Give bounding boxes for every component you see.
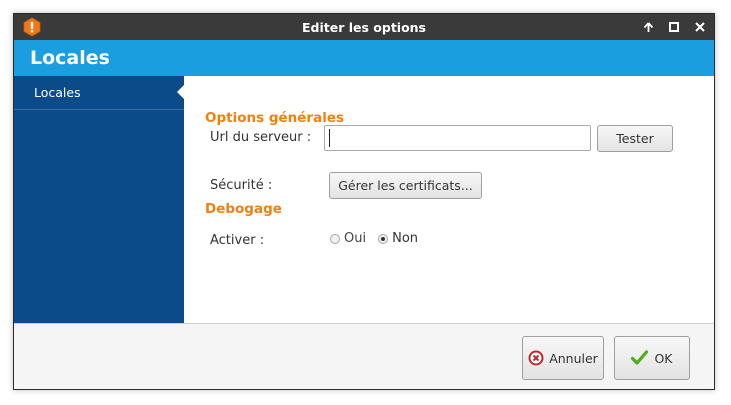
server-url-input[interactable] [324,125,591,151]
cancel-button-label: Annuler [549,350,598,366]
ok-button-label: OK [654,350,673,366]
dialog-footer: Annuler OK [14,323,714,389]
radio-non[interactable]: Non [378,231,418,246]
cancel-button[interactable]: Annuler [522,336,604,380]
debug-radio-group: Oui Non [330,231,418,246]
sidebar-item-locales[interactable]: Locales [14,76,185,110]
activate-label: Activer : [210,233,265,248]
sidebar: Locales [14,76,185,323]
debug-section-title: Debogage [205,201,282,217]
radio-non-circle[interactable] [378,233,389,244]
square-icon[interactable] [668,21,680,33]
banner-title: Locales [30,47,110,69]
app-logo-icon [22,17,42,37]
options-dialog: Editer les options Locales Locales Optio… [13,13,715,390]
text-cursor [329,129,330,147]
options-panel: Options générales Url du serveur : Teste… [184,76,714,323]
radio-oui[interactable]: Oui [330,231,366,246]
cancel-circle-icon [528,350,544,366]
arrow-up-icon[interactable] [642,21,654,33]
window-title: Editer les options [301,19,427,35]
sidebar-item-label: Locales [34,85,81,100]
security-label: Sécurité : [210,178,273,193]
test-button[interactable]: Tester [597,125,673,152]
checkmark-icon [631,350,649,366]
ok-button[interactable]: OK [614,336,690,380]
page-banner: Locales [14,40,714,76]
close-icon[interactable] [694,21,706,33]
radio-non-label: Non [392,231,419,246]
server-url-label: Url du serveur : [210,130,312,145]
window-controls [642,14,706,40]
general-section-title: Options générales [205,110,345,126]
title-bar[interactable]: Editer les options [14,14,714,40]
radio-oui-circle[interactable] [330,233,340,244]
radio-oui-label: Oui [344,231,367,246]
manage-certificates-button[interactable]: Gérer les certificats... [329,172,482,199]
